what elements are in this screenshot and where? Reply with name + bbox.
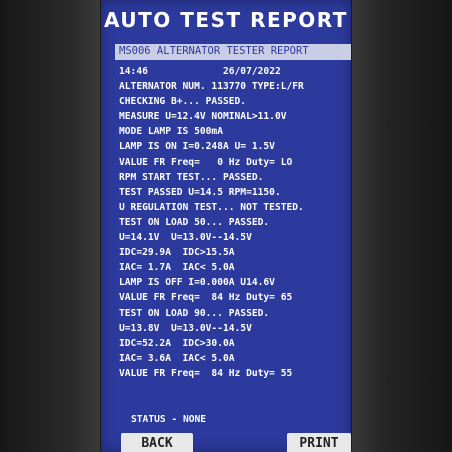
tester-screen: AUTO TEST REPORT MS006 ALTERNATOR TESTER… xyxy=(101,0,351,452)
report-line: LAMP IS ON I=0.248A U= 1.5V xyxy=(119,141,275,153)
report-line: IAC= 1.7A IAC< 5.0A xyxy=(119,262,235,274)
report-spacer xyxy=(148,66,223,77)
report-line: TEST ON LOAD 50... PASSED. xyxy=(119,216,270,228)
report-line: RPM START TEST... PASSED. xyxy=(119,171,264,183)
report-line: VALUE FR Freq= 84 Hz Duty= 55 xyxy=(119,367,293,379)
report-line: U=13.8V U=13.0V--14.5V xyxy=(119,322,252,334)
device-bezel-right xyxy=(352,0,452,452)
report-line: U=14.1V U=13.0V--14.5V xyxy=(119,232,252,244)
report-line: ALTERNATOR NUM. 113770 TYPE:L/FR xyxy=(119,81,304,93)
report-line: VALUE FR Freq= 0 Hz Duty= LO xyxy=(119,156,293,168)
page-title: AUTO TEST REPORT xyxy=(104,8,348,32)
device-bezel-left xyxy=(0,0,100,452)
report-line: VALUE FR Freq= 84 Hz Duty= 65 xyxy=(119,292,293,304)
report-line: TEST ON LOAD 90... PASSED. xyxy=(119,307,270,319)
report-datetime-line: 14:46 26/07/2022 xyxy=(119,64,351,79)
status-text: STATUS - NONE xyxy=(131,414,207,425)
report-date: 26/07/2022 xyxy=(222,66,281,77)
report-subtitle: MS006 ALTERNATOR TESTER REPORT xyxy=(119,45,309,57)
print-button[interactable]: PRINT xyxy=(287,433,351,452)
report-body: 14:46 26/07/2022 ALTERNATOR NUM. 113770 … xyxy=(119,64,351,381)
report-line: IDC=29.9A IDC>15.5A xyxy=(119,247,235,259)
back-button[interactable]: BACK xyxy=(121,433,193,452)
report-line: IAC= 3.6A IAC< 5.0A xyxy=(119,352,235,364)
report-line: IDC=52.2A IDC>30.0A xyxy=(119,337,235,349)
report-line: U REGULATION TEST... NOT TESTED. xyxy=(119,201,304,213)
report-line: MODE LAMP IS 500mA xyxy=(119,126,223,138)
report-line: TEST PASSED U=14.5 RPM=1150. xyxy=(119,186,281,198)
report-time: 14:46 xyxy=(119,66,148,77)
report-line: MEASURE U=12.4V NOMINAL>11.0V xyxy=(119,111,287,123)
report-line: CHECKING B+... PASSED. xyxy=(119,96,247,108)
report-line: LAMP IS OFF I=0.000A U14.6V xyxy=(119,277,275,289)
